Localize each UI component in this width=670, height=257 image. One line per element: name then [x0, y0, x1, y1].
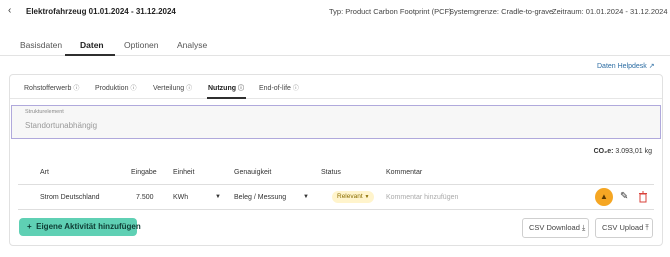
trash-icon[interactable] — [638, 191, 648, 203]
subtab-verteilung[interactable]: Verteilung ⓘ — [153, 83, 192, 92]
info-icon: ⓘ — [238, 86, 245, 92]
table-row: Strom Deutschland 7.500 KWh ▼ Beleg / Me… — [18, 186, 654, 210]
csv-download-button[interactable]: CSV Download ⤓ — [522, 218, 589, 238]
tab-analyse[interactable]: Analyse — [177, 40, 207, 50]
structure-element-field[interactable]: Strukturelement Standortunabhängig — [11, 105, 661, 139]
cell-art: Strom Deutschland — [40, 194, 100, 201]
info-icon: ⓘ — [292, 86, 299, 92]
upload-icon: ⤒ — [645, 223, 649, 232]
col-eingabe: Eingabe — [131, 169, 157, 176]
info-icon: ⓘ — [130, 86, 137, 92]
chevron-down-icon[interactable]: ▼ — [303, 194, 309, 200]
plus-icon: + — [27, 222, 32, 231]
subtab-end-of-life[interactable]: End-of-life ⓘ — [259, 83, 299, 92]
col-art: Art — [40, 169, 49, 176]
calculator-icon[interactable]: ▲ — [595, 188, 613, 206]
table-header: Art Eingabe Einheit Genauigkeit Status K… — [18, 167, 654, 185]
comment-input[interactable]: Kommentar hinzufügen — [386, 194, 458, 201]
data-panel: Rohstofferwerb ⓘ Produktion ⓘ Verteilung ⓘ … — [9, 74, 663, 246]
cell-einheit-select[interactable]: KWh — [173, 194, 188, 201]
active-tab-indicator — [65, 54, 115, 56]
subtab-rohstofferwerb[interactable]: Rohstofferwerb ⓘ — [24, 83, 79, 92]
pencil-icon[interactable]: ✎ — [620, 191, 628, 202]
tab-optionen[interactable]: Optionen — [124, 40, 159, 50]
subtab-produktion[interactable]: Produktion ⓘ — [95, 83, 136, 92]
download-icon: ⤓ — [581, 223, 586, 232]
main-tabs: Basisdaten Daten Optionen Analyse — [0, 36, 670, 56]
add-activity-button[interactable]: + Eigene Aktivität hinzufügen — [19, 218, 141, 236]
co2-total: CO₂e: 3.093,01 kg — [593, 148, 652, 155]
col-genauigkeit: Genauigkeit — [234, 169, 272, 176]
active-subtab-indicator — [207, 97, 246, 99]
cell-eingabe[interactable]: 7.500 — [136, 194, 154, 201]
tab-basisdaten[interactable]: Basisdaten — [20, 40, 62, 50]
chevron-down-icon: ▼ — [364, 194, 370, 200]
helpdesk-link[interactable]: Daten Helpdesk ↗ — [597, 62, 655, 70]
status-badge[interactable]: Relevant ▼ — [332, 191, 375, 203]
meta-type: Typ: Product Carbon Footprint (PCF) — [329, 7, 452, 16]
project-title: Elektrofahrzeug 01.01.2024 - 31.12.2024 — [26, 7, 176, 16]
meta-system-boundary: Systemgrenze: Cradle-to-grave — [449, 7, 554, 16]
header-bar: ‹ Elektrofahrzeug 01.01.2024 - 31.12.202… — [0, 0, 670, 26]
col-einheit: Einheit — [173, 169, 195, 176]
col-status: Status — [321, 169, 341, 176]
chevron-down-icon[interactable]: ▼ — [215, 194, 221, 200]
col-kommentar: Kommentar — [386, 169, 423, 176]
meta-period: Zeitraum: 01.01.2024 - 31.12.2024 — [552, 7, 668, 16]
info-icon: ⓘ — [73, 86, 80, 92]
cell-genauigkeit-select[interactable]: Beleg / Messung — [234, 194, 286, 201]
subtab-nutzung[interactable]: Nutzung ⓘ — [208, 83, 244, 92]
csv-upload-button[interactable]: CSV Upload ⤒ — [595, 218, 653, 238]
structure-element-value: Standortunabhängig — [25, 121, 98, 130]
info-icon: ⓘ — [186, 86, 193, 92]
phase-subtabs: Rohstofferwerb ⓘ Produktion ⓘ Verteilung ⓘ … — [10, 75, 662, 99]
back-arrow-icon[interactable]: ‹ — [8, 6, 18, 16]
tab-daten[interactable]: Daten — [80, 40, 104, 50]
structure-element-label: Strukturelement — [25, 109, 64, 115]
external-link-icon: ↗ — [648, 63, 655, 70]
